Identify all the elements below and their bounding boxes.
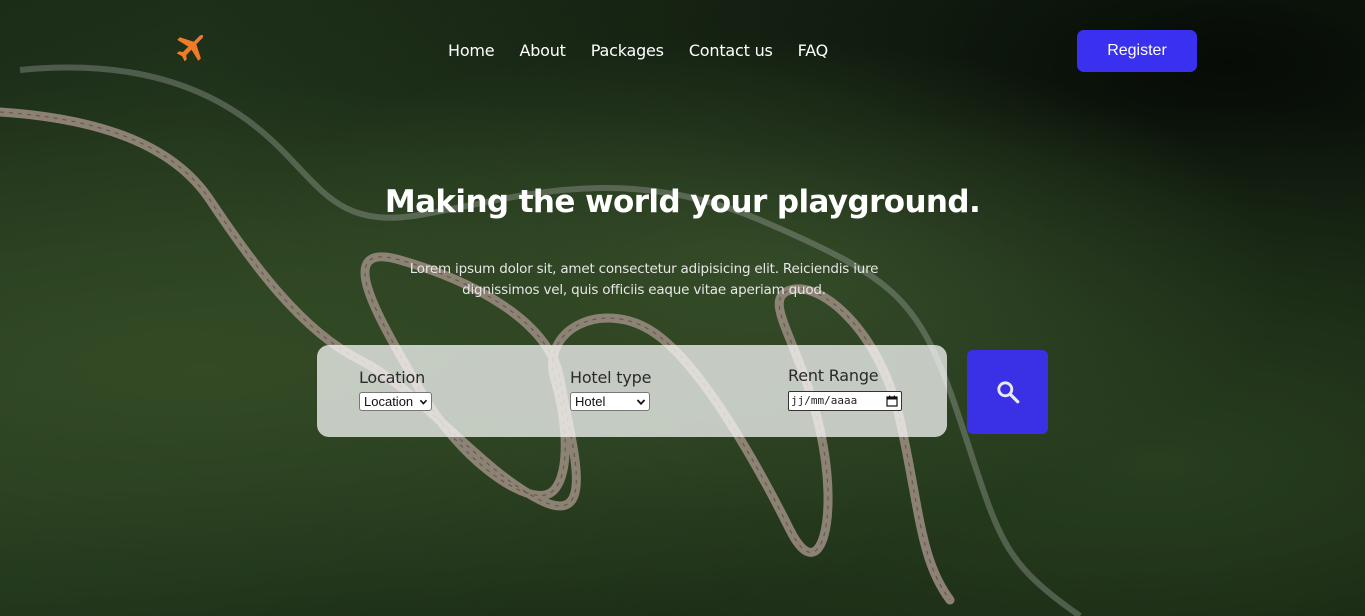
airplane-icon[interactable] xyxy=(170,30,208,68)
hotel-type-label: Hotel type xyxy=(570,368,652,387)
nav-link-packages[interactable]: Packages xyxy=(591,41,664,60)
nav-link-home[interactable]: Home xyxy=(448,41,495,60)
rent-range-date-input[interactable]: jj/mm/aaaa xyxy=(788,390,902,411)
nav-link-contact[interactable]: Contact us xyxy=(689,41,773,60)
date-placeholder: jj/mm/aaaa xyxy=(791,394,858,407)
nav-link-faq[interactable]: FAQ xyxy=(798,41,829,60)
location-field: Location Location xyxy=(359,368,432,411)
nav-link-about[interactable]: About xyxy=(519,41,566,60)
register-button[interactable]: Register xyxy=(1077,30,1197,72)
search-panel: Location Location Hotel type Hotel Rent … xyxy=(317,345,947,437)
chevron-down-icon xyxy=(419,399,428,405)
background-overlay xyxy=(0,0,1365,616)
rent-range-field: Rent Range jj/mm/aaaa xyxy=(788,366,902,411)
hotel-type-select[interactable]: Hotel xyxy=(570,392,650,411)
main-nav: Home About Packages Contact us FAQ xyxy=(448,41,828,60)
location-label: Location xyxy=(359,368,426,387)
rent-range-label: Rent Range xyxy=(788,366,879,385)
hotel-type-field: Hotel type Hotel xyxy=(570,368,651,411)
chevron-down-icon xyxy=(636,398,646,405)
hotel-type-select-value: Hotel xyxy=(575,394,606,409)
location-select-value: Location xyxy=(364,394,414,409)
location-select[interactable]: Location xyxy=(359,392,432,411)
hero-subtitle: Lorem ipsum dolor sit, amet consectetur … xyxy=(409,261,879,298)
search-button[interactable] xyxy=(967,350,1048,434)
hero-title: Making the world your playground. xyxy=(384,184,981,220)
search-icon xyxy=(996,381,1019,404)
calendar-icon[interactable] xyxy=(886,395,898,407)
